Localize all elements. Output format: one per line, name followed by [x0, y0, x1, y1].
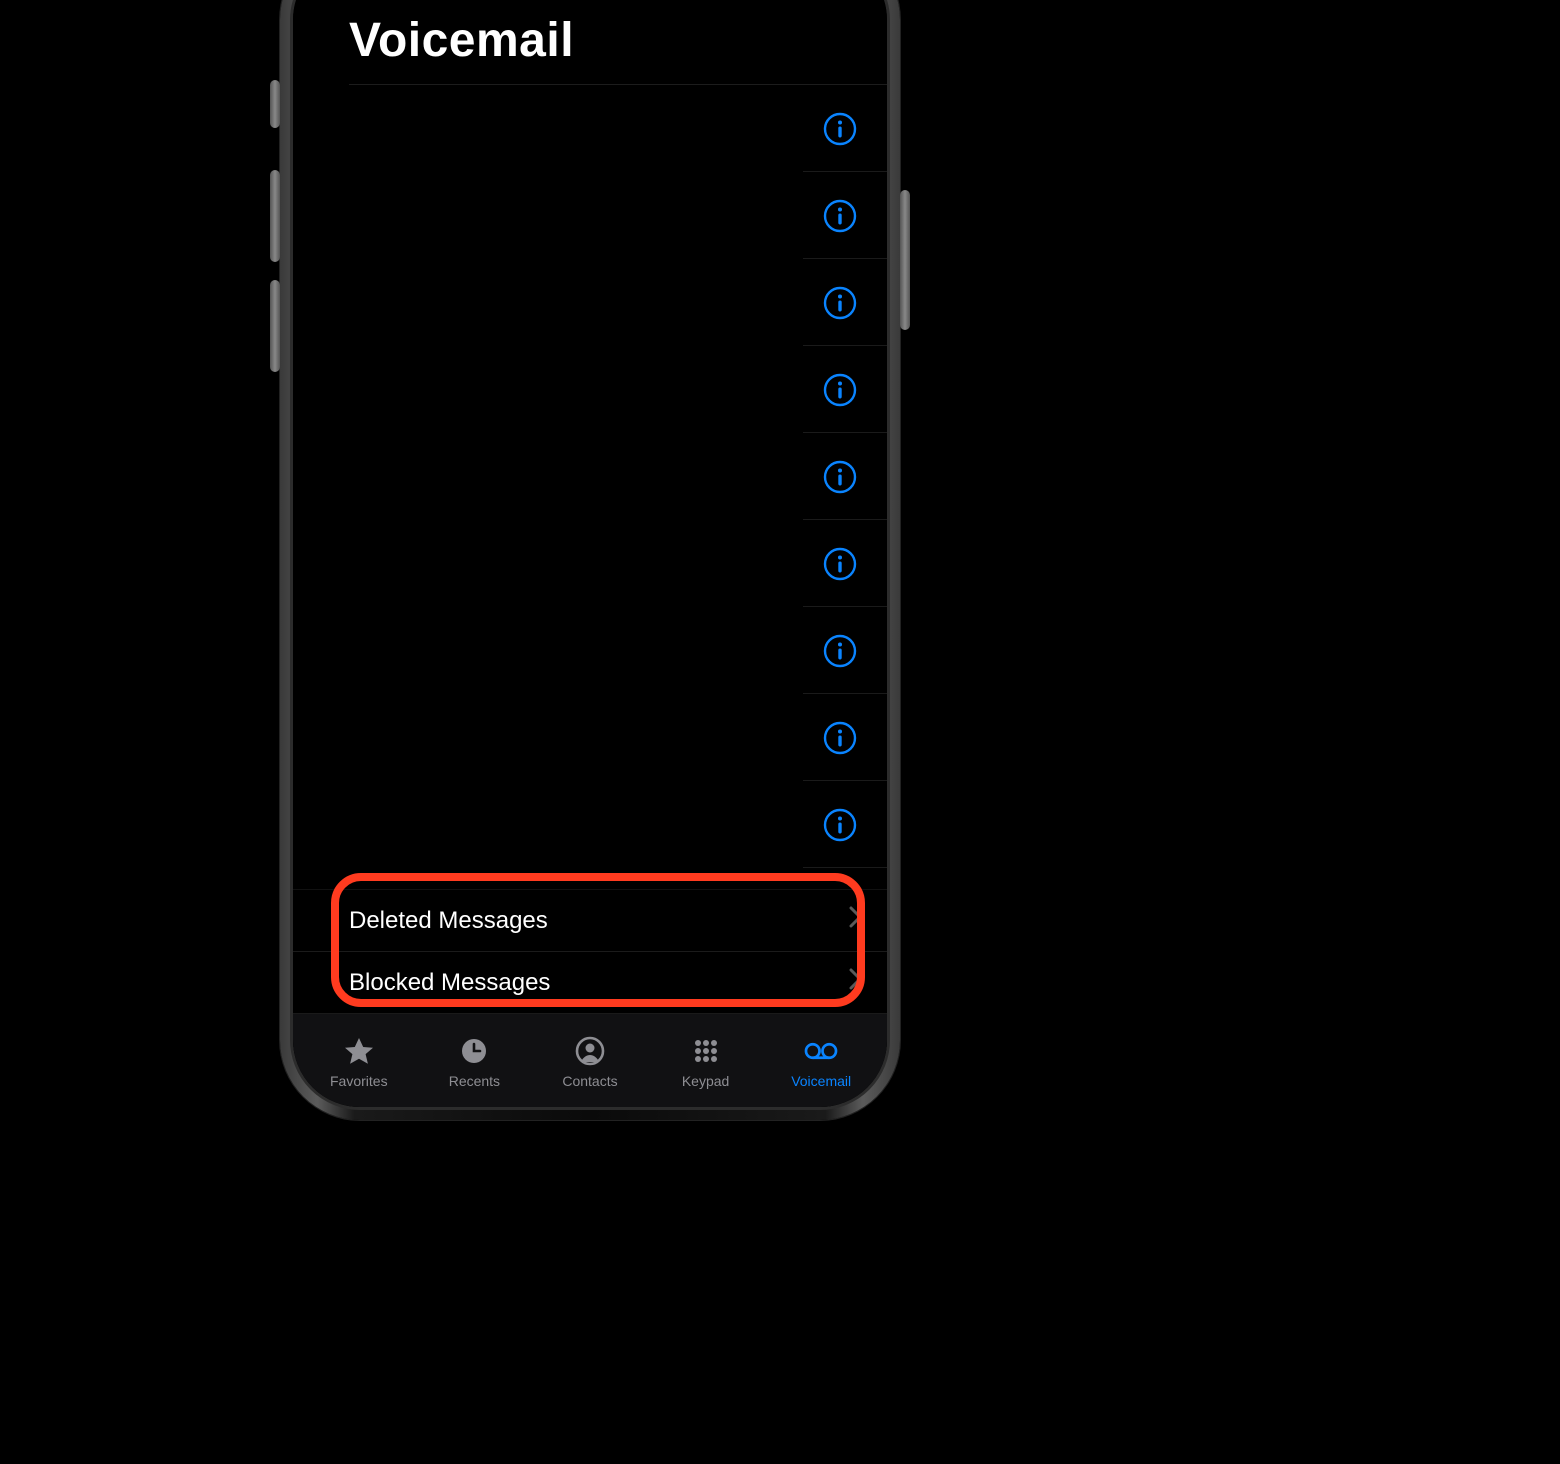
voicemail-row[interactable] [293, 346, 887, 433]
chevron-right-icon [849, 906, 863, 935]
voicemail-row[interactable] [293, 172, 887, 259]
clock-icon [456, 1036, 492, 1069]
voicemail-list [293, 85, 887, 889]
deleted-messages-label: Deleted Messages [349, 907, 548, 935]
person-icon [572, 1036, 608, 1069]
tab-label: Keypad [682, 1073, 729, 1089]
voicemail-row[interactable] [293, 85, 887, 172]
page-title: Voicemail [293, 0, 887, 84]
tab-voicemail[interactable]: Voicemail [763, 1036, 879, 1089]
chevron-right-icon [849, 968, 863, 997]
info-icon[interactable] [823, 547, 857, 581]
keypad-icon [688, 1036, 724, 1069]
screen: Voicemail [293, 0, 887, 1107]
voicemail-row[interactable] [293, 520, 887, 607]
tab-recents[interactable]: Recents [417, 1036, 533, 1089]
tab-contacts[interactable]: Contacts [532, 1036, 648, 1089]
tab-bar: Favorites Recents Contacts [293, 1013, 887, 1107]
power-button[interactable] [900, 190, 910, 330]
voicemail-row[interactable] [293, 433, 887, 520]
tab-label: Contacts [562, 1073, 617, 1089]
voicemail-icon [803, 1036, 839, 1069]
phone-frame: Voicemail [280, 0, 900, 1120]
voicemail-row[interactable] [293, 607, 887, 694]
blocked-messages-label: Blocked Messages [349, 969, 550, 997]
tab-label: Recents [449, 1073, 500, 1089]
divider [803, 867, 887, 868]
info-icon[interactable] [823, 721, 857, 755]
voicemail-row[interactable] [293, 694, 887, 781]
volume-up-button[interactable] [270, 170, 280, 262]
info-icon[interactable] [823, 373, 857, 407]
tab-label: Favorites [330, 1073, 388, 1089]
info-icon[interactable] [823, 199, 857, 233]
silence-switch[interactable] [270, 80, 280, 128]
info-icon[interactable] [823, 460, 857, 494]
info-icon[interactable] [823, 286, 857, 320]
info-icon[interactable] [823, 808, 857, 842]
tab-keypad[interactable]: Keypad [648, 1036, 764, 1089]
star-icon [341, 1036, 377, 1069]
info-icon[interactable] [823, 112, 857, 146]
info-icon[interactable] [823, 634, 857, 668]
blocked-messages-row[interactable]: Blocked Messages [293, 951, 887, 1013]
phone-inner: Voicemail [290, 0, 890, 1110]
footer-links: Deleted Messages Blocked Messages [293, 889, 887, 1013]
deleted-messages-row[interactable]: Deleted Messages [293, 890, 887, 951]
voicemail-row[interactable] [293, 259, 887, 346]
tab-favorites[interactable]: Favorites [301, 1036, 417, 1089]
voicemail-row[interactable] [293, 781, 887, 868]
volume-down-button[interactable] [270, 280, 280, 372]
tab-label: Voicemail [791, 1073, 851, 1089]
